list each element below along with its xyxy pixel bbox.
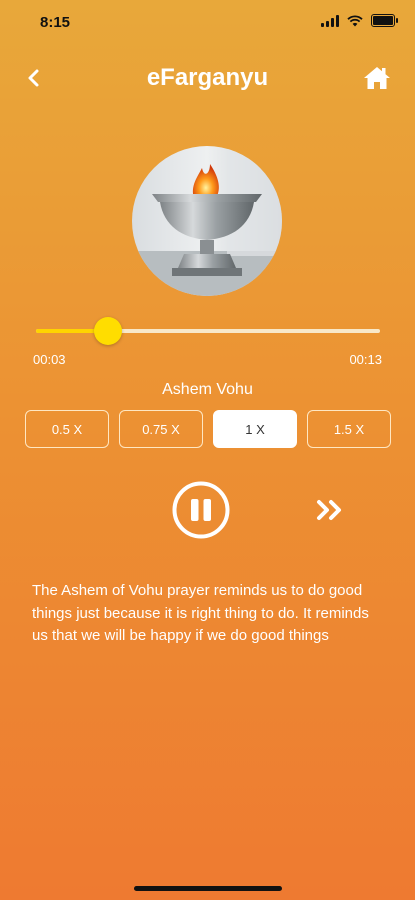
total-time: 00:13 (349, 352, 382, 367)
pause-icon (172, 481, 230, 539)
home-button[interactable] (361, 62, 393, 94)
fast-forward-button[interactable] (313, 497, 347, 523)
status-bar: 8:15 (0, 0, 415, 44)
fast-forward-icon (317, 500, 341, 520)
speed-button-0-5x[interactable]: 0.5 X (25, 410, 109, 448)
progress-thumb[interactable] (94, 317, 123, 345)
page-title: eFarganyu (146, 64, 269, 91)
pause-button[interactable] (172, 481, 230, 539)
battery-icon (371, 14, 398, 27)
speed-button-1-5x[interactable]: 1.5 X (307, 410, 391, 448)
progress-slider[interactable] (36, 317, 380, 345)
signal-icon (321, 14, 339, 27)
track-title: Ashem Vohu (162, 381, 253, 398)
elapsed-time: 00:03 (33, 352, 66, 367)
speed-selector: 0.5 X 0.75 X 1 X 1.5 X (25, 410, 391, 448)
speed-button-1x[interactable]: 1 X (213, 410, 297, 448)
track-description: The Ashem of Vohu prayer reminds us to d… (32, 582, 369, 644)
track-artwork (132, 146, 282, 296)
home-indicator[interactable] (134, 886, 282, 891)
wifi-icon (347, 14, 363, 26)
nav-bar: eFarganyu (0, 58, 415, 98)
status-time: 8:15 (40, 14, 71, 31)
home-icon (364, 67, 390, 89)
status-icons (321, 14, 398, 27)
speed-button-0-75x[interactable]: 0.75 X (119, 410, 203, 448)
